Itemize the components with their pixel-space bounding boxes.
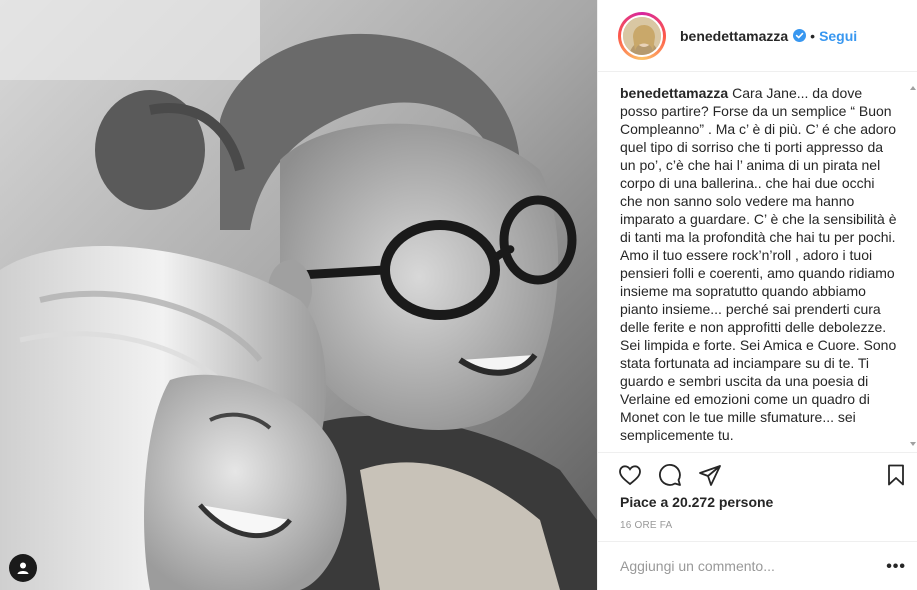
likes-count[interactable]: Piace a 20.272 persone [620, 494, 773, 510]
comment-bar: ••• [598, 541, 917, 590]
caption-username[interactable]: benedettamazza [620, 85, 728, 101]
heart-icon [619, 464, 641, 485]
instagram-post: benedettamazza • Segui benedettamazza Car… [0, 0, 917, 590]
verified-badge-icon [793, 29, 807, 42]
comment-input[interactable] [620, 558, 870, 574]
likes-number: 20.272 [672, 494, 715, 510]
likes-prefix: Piace a [620, 494, 669, 510]
story-ring[interactable] [618, 11, 666, 60]
comment-icon [659, 463, 681, 486]
photo-image [0, 0, 597, 590]
share-icon [699, 464, 721, 486]
avatar[interactable] [621, 14, 663, 57]
header-username[interactable]: benedettamazza [680, 28, 788, 44]
post-caption: benedettamazza Cara Jane... da dove posso… [620, 84, 898, 452]
like-button[interactable] [618, 463, 642, 487]
user-tag-icon[interactable] [9, 554, 37, 582]
post-header: benedettamazza • Segui [598, 0, 917, 72]
post-photo[interactable] [0, 0, 597, 590]
post-side-panel: benedettamazza • Segui benedettamazza Car… [597, 0, 917, 590]
scroll-down-arrow-icon[interactable] [909, 440, 917, 448]
person-icon [17, 562, 29, 574]
likes-suffix: persone [718, 494, 774, 510]
share-button[interactable] [698, 463, 722, 487]
header-separator: • [810, 27, 816, 44]
caption-text: Cara Jane... da dove posso partire? Fors… [620, 85, 897, 443]
more-options-icon[interactable]: ••• [886, 558, 906, 576]
action-bar [598, 452, 917, 496]
post-timestamp[interactable]: 16 ORE FA [620, 520, 672, 531]
comment-button[interactable] [658, 463, 682, 487]
save-button[interactable] [884, 463, 908, 487]
bookmark-icon [888, 464, 904, 485]
follow-button[interactable]: Segui [819, 28, 857, 44]
scroll-up-arrow-icon[interactable] [909, 84, 917, 92]
avatar-image [623, 16, 661, 55]
